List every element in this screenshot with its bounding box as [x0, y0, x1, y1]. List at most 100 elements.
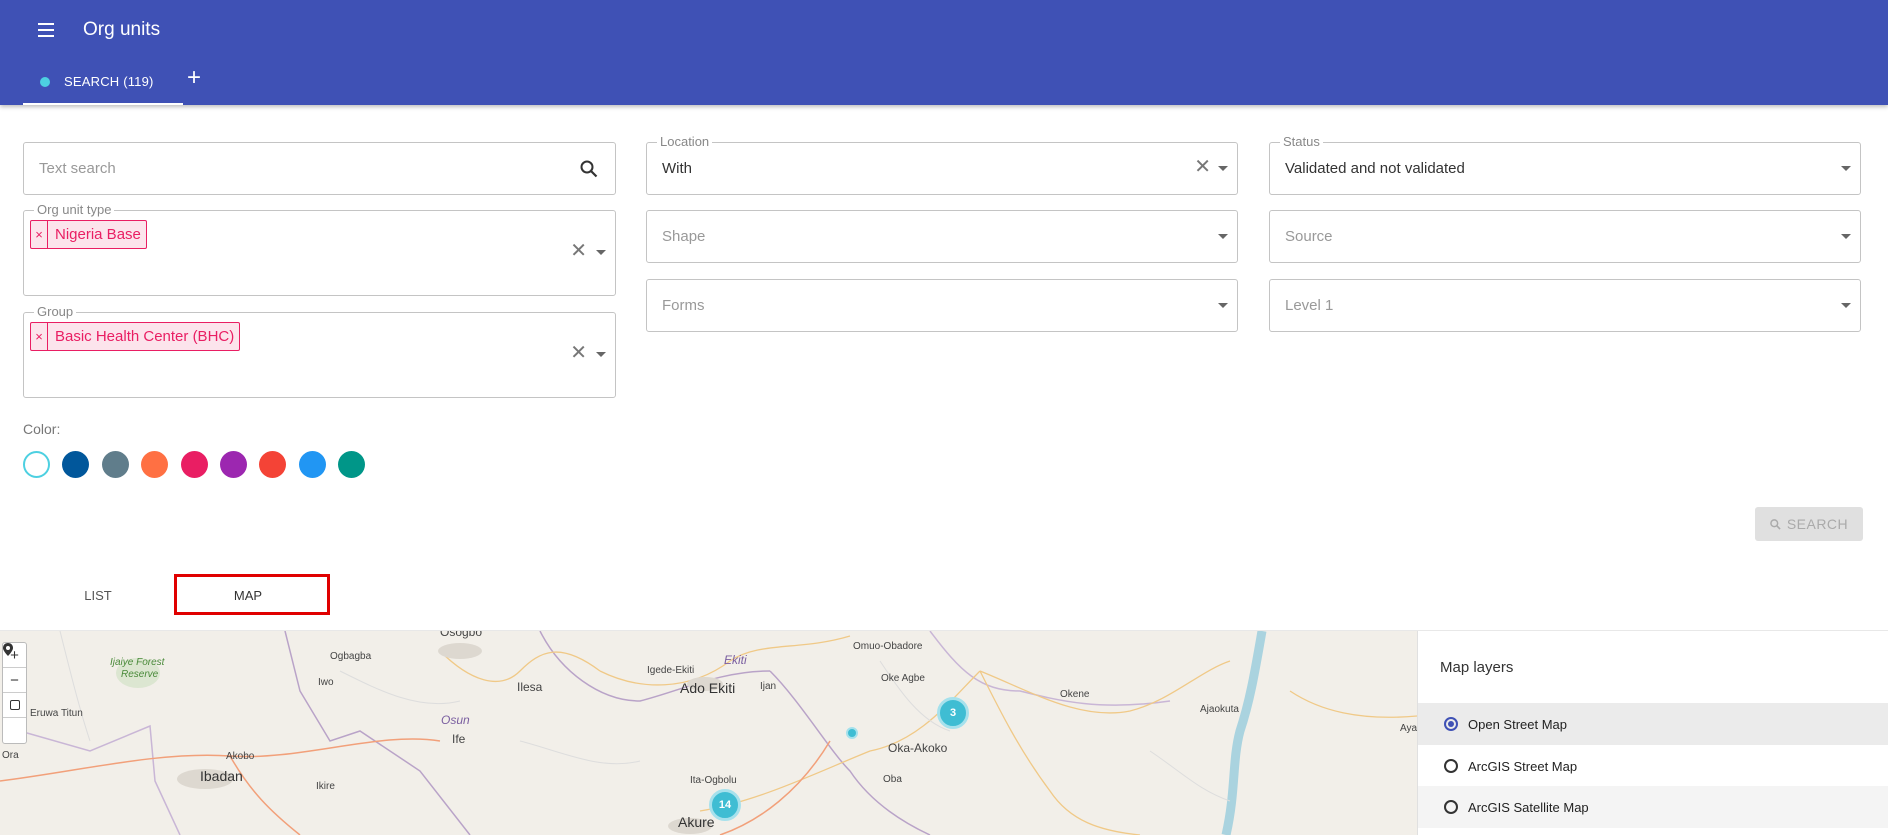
chevron-down-icon[interactable]: [1218, 166, 1228, 171]
group-label: Group: [34, 304, 77, 319]
color-swatch[interactable]: [259, 451, 286, 478]
map-label-eruwa: Eruwa Titun: [30, 708, 83, 719]
map-view[interactable]: Osogbo Ijaiye Forest Reserve Ogbagba Iwo…: [0, 631, 1417, 835]
chevron-down-icon[interactable]: [596, 250, 606, 255]
org-unit-type-label: Org unit type: [34, 202, 115, 217]
locate-button[interactable]: [3, 643, 26, 743]
clear-icon[interactable]: ✕: [570, 343, 587, 363]
map-marker[interactable]: [846, 727, 858, 739]
clear-icon[interactable]: ✕: [1194, 157, 1211, 177]
map-label-osun: Osun: [441, 713, 470, 727]
map-label-ado: Ado Ekiti: [680, 680, 736, 696]
color-swatch[interactable]: [338, 451, 365, 478]
status-value: Validated and not validated: [1285, 160, 1465, 177]
chip-label: Basic Health Center (BHC): [55, 328, 235, 345]
menu-icon[interactable]: [34, 18, 58, 42]
layer-label: ArcGIS Street Map: [1468, 758, 1578, 774]
map-label-ora: Ora: [2, 750, 19, 761]
tab-list[interactable]: LIST: [40, 575, 156, 615]
radio-icon: [1444, 800, 1458, 814]
page-title: Org units: [83, 19, 161, 40]
map-label-ekiti: Ekiti: [724, 653, 747, 667]
map-label-ijaiye: Ijaiye Forest: [110, 657, 165, 668]
map-label-igede: Igede-Ekiti: [647, 665, 695, 676]
search-icon: [1769, 518, 1781, 530]
location-value: With: [662, 160, 692, 177]
map-label-ife: Ife: [452, 732, 466, 746]
map-label-oke-agbe: Oke Agbe: [881, 673, 925, 684]
location-label: Location: [657, 134, 713, 149]
layer-arcgis-satellite-map[interactable]: ArcGIS Satellite Map: [1418, 786, 1888, 828]
chevron-down-icon[interactable]: [1841, 166, 1851, 171]
text-search-placeholder: Text search: [39, 160, 116, 177]
radio-icon: [1444, 759, 1458, 773]
text-search-field[interactable]: Text search: [23, 142, 616, 195]
tab-search-label: SEARCH (119): [64, 74, 154, 89]
color-swatch[interactable]: [102, 451, 129, 478]
map-cluster-marker[interactable]: 3: [937, 697, 969, 729]
add-tab-button[interactable]: +: [187, 66, 201, 90]
map-pin-icon: [3, 643, 13, 656]
search-button-label: SEARCH: [1786, 516, 1849, 532]
source-field[interactable]: Source: [1269, 210, 1861, 263]
color-swatch[interactable]: [62, 451, 89, 478]
map-layers-panel: Map layers Open Street Map ArcGIS Street…: [1417, 631, 1888, 835]
map-label-oka-akoko: Oka-Akoko: [888, 741, 948, 755]
chevron-down-icon[interactable]: [1218, 234, 1228, 239]
map-controls: + −: [2, 642, 27, 744]
chevron-down-icon[interactable]: [1841, 303, 1851, 308]
status-field[interactable]: Status Validated and not validated: [1269, 134, 1861, 195]
status-label: Status: [1280, 134, 1323, 149]
search-button[interactable]: SEARCH: [1755, 507, 1863, 541]
color-swatch[interactable]: [220, 451, 247, 478]
map-label-ita-ogbolu: Ita-Ogbolu: [690, 775, 737, 786]
map-label-reserve: Reserve: [121, 669, 159, 680]
tab-color-dot: [40, 77, 50, 87]
map-label-ilesa: Ilesa: [517, 680, 543, 694]
map-label-osogbo: Osogbo: [440, 631, 483, 639]
color-label: Color:: [23, 421, 61, 437]
tab-search[interactable]: SEARCH (119): [23, 63, 183, 105]
chip-bhc: × Basic Health Center (BHC): [30, 322, 241, 351]
map-label-akure: Akure: [678, 814, 715, 830]
layer-arcgis-street-map[interactable]: ArcGIS Street Map: [1418, 745, 1888, 787]
chevron-down-icon[interactable]: [1218, 303, 1228, 308]
chevron-down-icon[interactable]: [596, 352, 606, 357]
square-icon: [9, 700, 20, 710]
group-field[interactable]: Group × Basic Health Center (BHC) ✕: [23, 304, 616, 398]
map-label-ogbagba: Ogbagba: [330, 651, 372, 662]
shape-field[interactable]: Shape: [646, 210, 1238, 263]
clear-icon[interactable]: ✕: [570, 241, 587, 261]
map-label-omuo: Omuo-Obadore: [853, 641, 923, 652]
level1-field[interactable]: Level 1: [1269, 279, 1861, 332]
draw-square-button[interactable]: [3, 693, 26, 718]
map-label-akobo: Akobo: [226, 751, 255, 762]
app-bar: Org units SEARCH (119) +: [0, 0, 1888, 105]
chip-remove-icon[interactable]: ×: [31, 323, 48, 350]
chip-nigeria-base: × Nigeria Base: [30, 220, 147, 249]
forms-field[interactable]: Forms: [646, 279, 1238, 332]
map-label-aya: Aya: [1400, 723, 1417, 734]
layer-open-street-map[interactable]: Open Street Map: [1418, 703, 1888, 745]
map-label-iwo: Iwo: [318, 677, 334, 688]
map-tab-highlight: [174, 574, 330, 615]
color-swatch[interactable]: [23, 451, 50, 478]
color-swatch[interactable]: [299, 451, 326, 478]
chip-label: Nigeria Base: [55, 226, 141, 243]
location-field[interactable]: Location With ✕: [646, 134, 1238, 195]
search-icon[interactable]: [580, 160, 598, 178]
zoom-out-button[interactable]: −: [3, 668, 26, 693]
map-label-ajaokuta: Ajaokuta: [1200, 704, 1239, 715]
color-swatch[interactable]: [141, 451, 168, 478]
map-label-oba: Oba: [883, 774, 902, 785]
chevron-down-icon[interactable]: [1841, 234, 1851, 239]
map-label-ijan: Ijan: [760, 681, 777, 692]
map-cluster-marker[interactable]: 14: [709, 789, 741, 821]
map-label-ikire: Ikire: [316, 781, 335, 792]
layer-label: Open Street Map: [1468, 716, 1567, 732]
chip-remove-icon[interactable]: ×: [31, 221, 48, 248]
layer-label: ArcGIS Satellite Map: [1468, 799, 1589, 815]
org-unit-type-field[interactable]: Org unit type × Nigeria Base ✕: [23, 202, 616, 296]
color-swatch[interactable]: [181, 451, 208, 478]
forms-placeholder: Forms: [662, 297, 705, 314]
